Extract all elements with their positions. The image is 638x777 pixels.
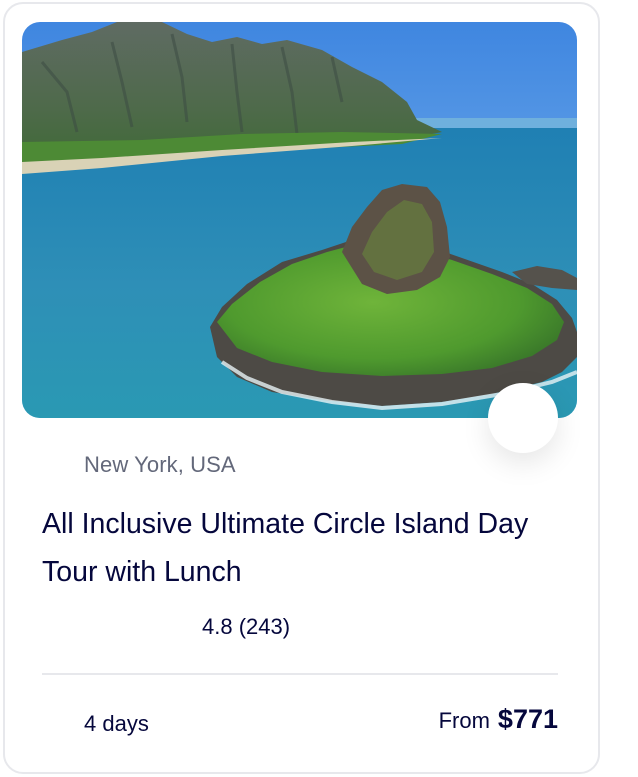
star-icon: ★ [114, 615, 132, 640]
price: From $771 [439, 704, 558, 740]
duration-text: 4 days [84, 711, 149, 736]
divider [42, 673, 558, 675]
star-icon: ★ [66, 615, 84, 640]
location: New York, USA [46, 450, 236, 480]
rating: ★ ★ ★ ★ ★ 4.8 (243) [42, 612, 290, 642]
favorite-button[interactable] [488, 383, 558, 453]
star-icon: ★ [90, 615, 108, 640]
star-icon: ★ [138, 615, 156, 640]
duration: 4 days [42, 708, 149, 740]
star-icon: ★ [42, 615, 60, 640]
tour-image[interactable] [22, 22, 577, 418]
price-value: $771 [497, 704, 558, 734]
rating-text: 4.8 (243) [202, 614, 291, 639]
tour-title[interactable]: All Inclusive Ultimate Circle Island Day… [42, 500, 572, 596]
location-text: New York, USA [84, 452, 236, 477]
price-prefix: From [438, 708, 490, 733]
